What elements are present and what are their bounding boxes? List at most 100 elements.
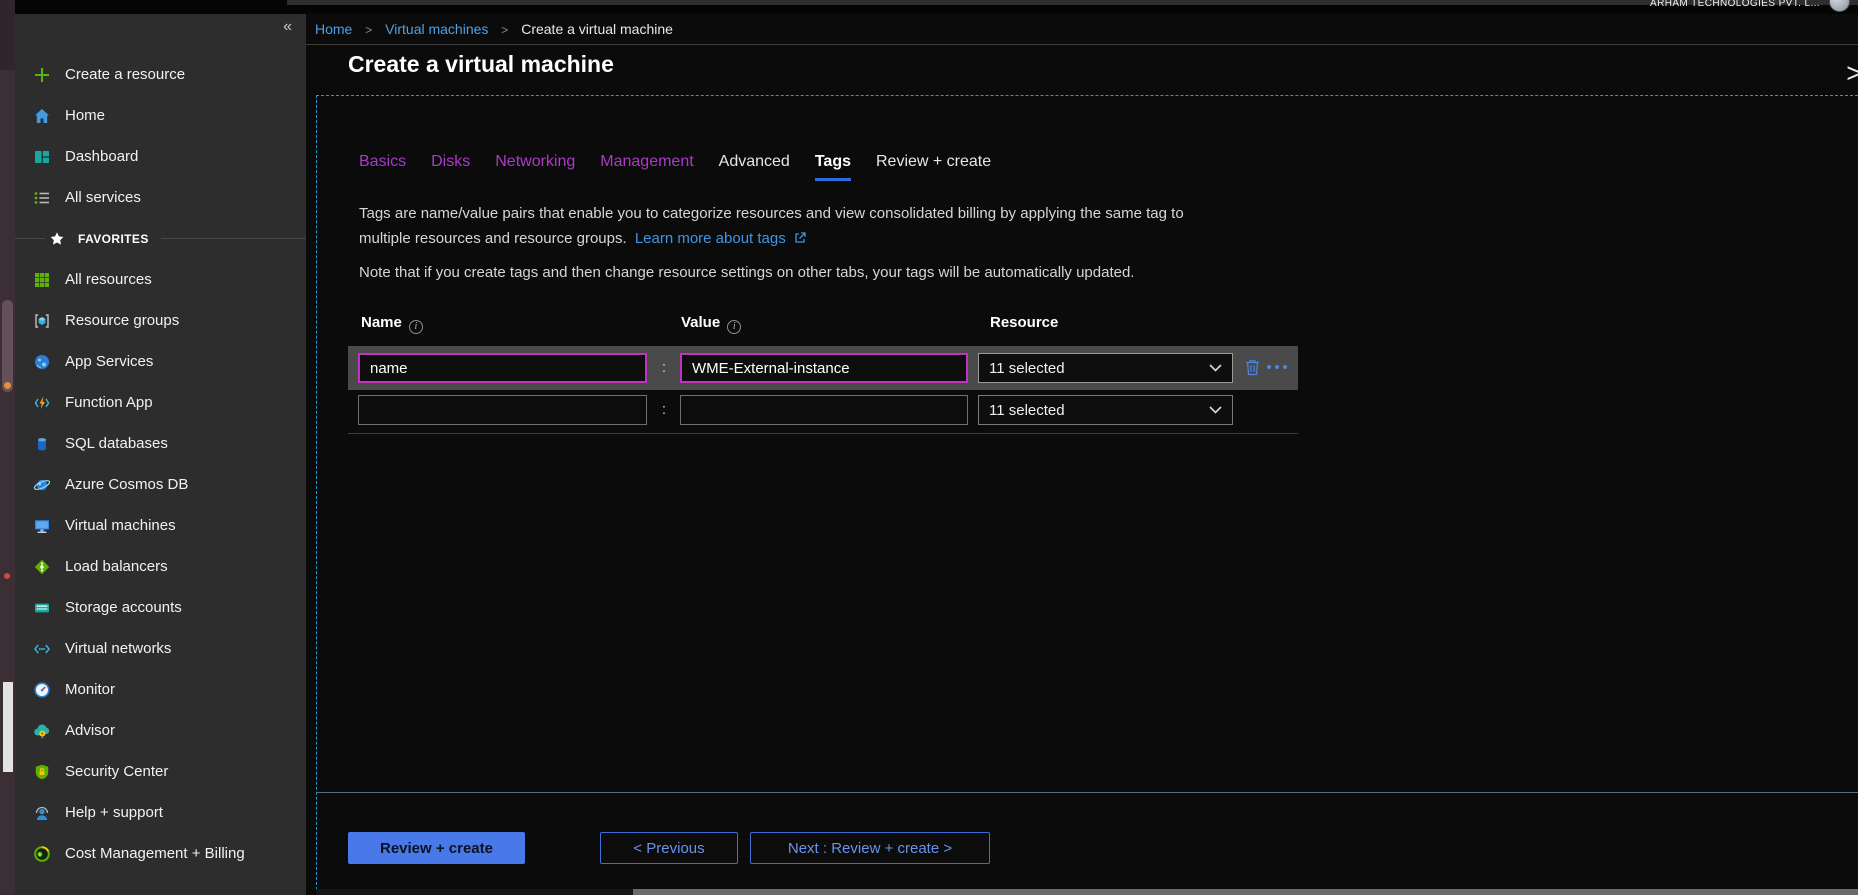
tab-bar: Basics Disks Networking Management Advan… (359, 153, 991, 181)
tab-management[interactable]: Management (600, 153, 693, 181)
external-link-icon (794, 232, 806, 244)
storage-accounts-icon (33, 599, 51, 617)
sidebar-item-create-a-resource[interactable]: Create a resource (15, 54, 306, 95)
tag-name-input[interactable] (358, 395, 647, 425)
home-icon (33, 107, 51, 125)
sidebar-item-load-balancers[interactable]: Load balancers (15, 546, 306, 587)
blade-expand-chevron-icon[interactable]: > (1846, 58, 1858, 89)
colon-separator: : (654, 390, 674, 430)
main-content: Home > Virtual machines > Create a virtu… (306, 14, 1858, 895)
learn-more-link[interactable]: Learn more about tags (635, 230, 786, 247)
sidebar-item-virtual-networks[interactable]: Virtual networks (15, 628, 306, 669)
tag-row: : 11 selected (348, 390, 1298, 430)
tenant-name: ARHAM TECHNOLOGIES PVT. L... (1650, 0, 1820, 9)
azure-cosmos-db-icon (33, 476, 51, 494)
tag-value-input[interactable] (680, 395, 968, 425)
sidebar-item-resource-groups[interactable]: Resource groups (15, 300, 306, 341)
sidebar: « Create a resource Home Dashboard All s… (15, 14, 306, 895)
sidebar-item-dashboard[interactable]: Dashboard (15, 136, 306, 177)
resource-dropdown[interactable]: 11 selected (978, 395, 1233, 425)
sidebar-item-sql-databases[interactable]: SQL databases (15, 423, 306, 464)
sidebar-collapse-button[interactable]: « (283, 18, 292, 36)
info-icon[interactable]: i (409, 320, 423, 334)
review-create-button[interactable]: Review + create (348, 832, 525, 864)
sidebar-item-virtual-machines[interactable]: Virtual machines (15, 505, 306, 546)
sidebar-favorites-header: FAVORITES (15, 218, 306, 259)
breadcrumb-virtual-machines[interactable]: Virtual machines (385, 21, 488, 37)
all-services-icon (33, 189, 51, 207)
column-header-value: Valuei (681, 314, 741, 334)
sidebar-nav-list: Create a resource Home Dashboard All ser… (15, 54, 306, 874)
browser-edge-strip (287, 0, 1858, 5)
virtual-machines-icon (33, 517, 51, 535)
footer-divider (316, 792, 1858, 793)
breadcrumb-current-page: Create a virtual machine (521, 21, 673, 37)
sidebar-item-security-center[interactable]: Security Center (15, 751, 306, 792)
virtual-networks-icon (33, 640, 51, 658)
horizontal-scrollbar-thumb[interactable] (633, 889, 1858, 895)
function-app-icon (33, 394, 51, 412)
sidebar-item-help-support[interactable]: Help + support (15, 792, 306, 833)
dock-orange-dot (4, 382, 11, 389)
breadcrumb: Home > Virtual machines > Create a virtu… (306, 14, 1858, 45)
tags-description-line1: Tags are name/value pairs that enable yo… (359, 205, 1184, 222)
tag-row: : 11 selected (348, 346, 1298, 390)
tab-advanced[interactable]: Advanced (719, 153, 790, 181)
advisor-icon (33, 722, 51, 740)
resource-dropdown-value: 11 selected (989, 360, 1065, 377)
sql-databases-icon (33, 435, 51, 453)
sidebar-item-monitor[interactable]: Monitor (15, 669, 306, 710)
previous-button[interactable]: < Previous (600, 832, 738, 864)
trash-icon (1245, 359, 1260, 376)
sidebar-item-all-services[interactable]: All services (15, 177, 306, 218)
desktop-background-strip (0, 0, 15, 895)
resource-groups-icon (33, 312, 51, 330)
chevron-down-icon (1209, 364, 1222, 372)
breadcrumb-separator-icon: > (501, 23, 508, 37)
column-header-resource: Resource (990, 314, 1058, 331)
dock-white-card (3, 682, 13, 772)
tags-note: Note that if you create tags and then ch… (359, 264, 1134, 281)
info-icon[interactable]: i (727, 320, 741, 334)
desktop-strip-shade (0, 0, 15, 70)
dock-red-dot (4, 573, 10, 579)
chevron-down-icon (1209, 406, 1222, 414)
tab-basics[interactable]: Basics (359, 153, 406, 181)
next-button[interactable]: Next : Review + create > (750, 832, 990, 864)
sidebar-item-cost-management-billing[interactable]: $ Cost Management + Billing (15, 833, 306, 874)
monitor-icon (33, 681, 51, 699)
star-icon (49, 231, 65, 247)
delete-tag-button[interactable] (1245, 359, 1260, 381)
tags-description: Tags are name/value pairs that enable yo… (359, 201, 1319, 251)
tag-value-input[interactable] (680, 353, 968, 383)
breadcrumb-separator-icon: > (365, 23, 372, 37)
account-avatar[interactable] (1829, 0, 1850, 12)
tab-review-create[interactable]: Review + create (876, 153, 991, 181)
sidebar-item-function-app[interactable]: Function App (15, 382, 306, 423)
security-center-icon (33, 763, 51, 781)
table-bottom-divider (348, 433, 1298, 434)
load-balancers-icon (33, 558, 51, 576)
tab-disks[interactable]: Disks (431, 153, 470, 181)
breadcrumb-home[interactable]: Home (315, 21, 352, 37)
app-services-icon (33, 353, 51, 371)
dock-highlight (2, 300, 13, 392)
sidebar-item-storage-accounts[interactable]: Storage accounts (15, 587, 306, 628)
dashboard-icon (33, 148, 51, 166)
tab-networking[interactable]: Networking (495, 153, 575, 181)
sidebar-item-app-services[interactable]: App Services (15, 341, 306, 382)
sidebar-item-all-resources[interactable]: All resources (15, 259, 306, 300)
colon-separator: : (654, 346, 674, 390)
sidebar-item-advisor[interactable]: Advisor (15, 710, 306, 751)
cost-management-icon: $ (33, 845, 51, 863)
tag-name-input[interactable] (358, 353, 647, 383)
top-bar: ARHAM TECHNOLOGIES PVT. L... (15, 0, 1858, 14)
sidebar-item-azure-cosmos-db[interactable]: Azure Cosmos DB (15, 464, 306, 505)
resource-dropdown[interactable]: 11 selected (978, 353, 1233, 383)
plus-icon (33, 66, 51, 84)
favorites-divider-left (15, 238, 45, 239)
favorites-divider-right (161, 238, 306, 239)
more-options-button[interactable] (1267, 365, 1287, 369)
sidebar-item-home[interactable]: Home (15, 95, 306, 136)
tab-tags[interactable]: Tags (815, 153, 851, 181)
